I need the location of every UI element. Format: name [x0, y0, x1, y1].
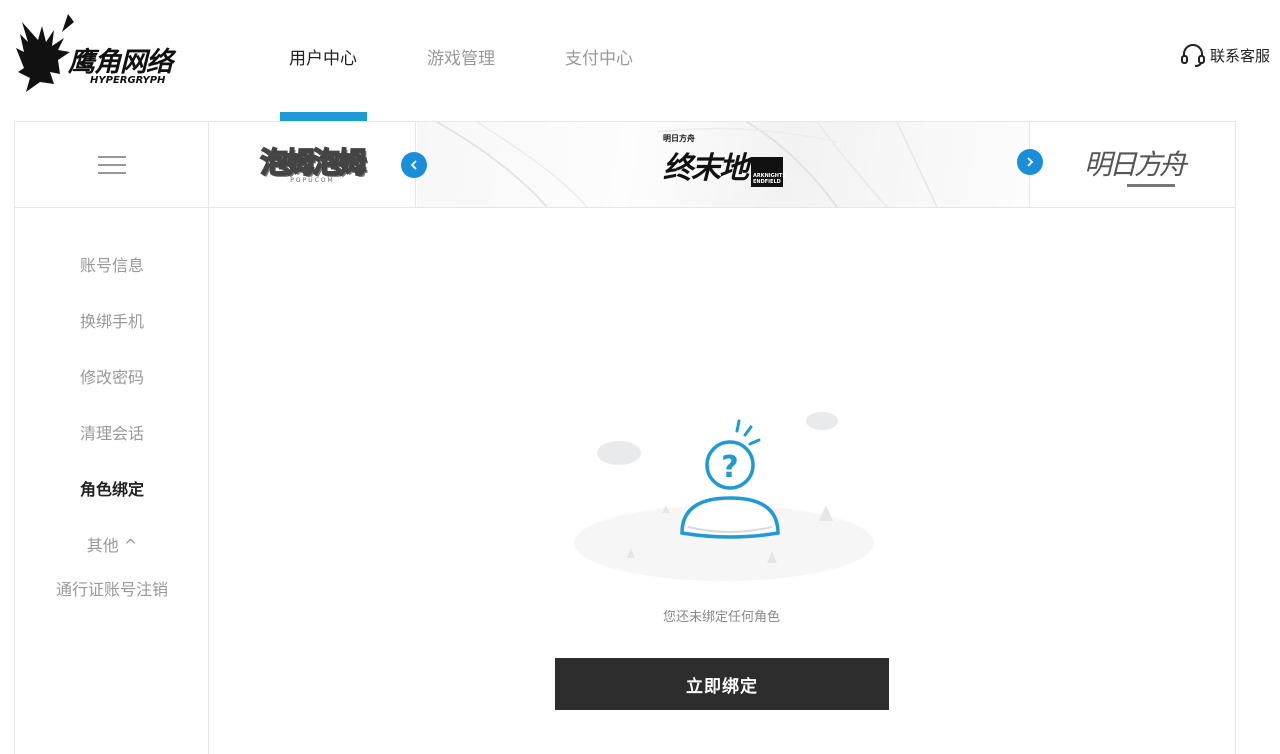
popucom-subtitle: POPUCOM — [290, 177, 335, 184]
arknights-underline — [1127, 184, 1175, 187]
endfield-badge-line2: ENDFIELD — [753, 178, 781, 185]
sidebar-item-role-binding[interactable]: 角色绑定 — [15, 476, 209, 500]
brand-subtitle: HYPERGRYPH — [90, 75, 166, 86]
headset-icon — [1180, 44, 1205, 67]
sidebar-item-other[interactable]: 其他 ^ — [15, 532, 209, 556]
nav-user-center[interactable]: 用户中心 — [254, 0, 392, 121]
sidebar-item-change-phone[interactable]: 换绑手机 — [15, 308, 209, 332]
support-label: 联系客服 — [1209, 46, 1270, 65]
arknights-logo: 明日方舟 — [1083, 147, 1187, 181]
nav-game-management[interactable]: 游戏管理 — [392, 0, 530, 121]
empty-state-message: 您还未绑定任何角色 — [662, 610, 780, 625]
menu-cell — [15, 122, 209, 207]
carousel-prev-button[interactable] — [401, 152, 427, 178]
bind-now-button[interactable]: 立即绑定 — [555, 658, 889, 710]
chevron-right-icon — [1027, 157, 1034, 167]
unknown-user-icon: ? — [574, 412, 874, 581]
sidebar-item-account-deletion[interactable]: 通行证账号注销 — [15, 576, 209, 600]
main-nav: 用户中心 游戏管理 支付中心 — [254, 0, 668, 121]
sidebar-item-account-info[interactable]: 账号信息 — [15, 252, 209, 276]
popucom-logo: 泡姆泡姆 — [259, 145, 367, 180]
sidebar-item-change-password[interactable]: 修改密码 — [15, 364, 209, 388]
endfield-top-label: 明日方舟 — [663, 133, 695, 143]
sidebar-item-clear-sessions[interactable]: 清理会话 — [15, 420, 209, 444]
account-sidebar: 账号信息 换绑手机 修改密码 清理会话 角色绑定 其他 ^ 通行证账号注销 — [14, 208, 209, 754]
svg-text:?: ? — [721, 450, 738, 485]
chevron-left-icon — [410, 160, 417, 170]
game-popucom[interactable]: 泡姆泡姆 POPUCOM — [210, 122, 416, 207]
hypergryph-logo[interactable]: 鹰角网络 HYPERGRYPH — [14, 12, 184, 98]
game-arknights[interactable]: 明日方舟 — [1031, 122, 1235, 207]
role-binding-panel: ? 您还未绑定任何角色 立即绑定 — [209, 208, 1236, 754]
endfield-badge: ARKNIGHTS ENDFIELD — [751, 156, 786, 187]
brand-name: 鹰角网络 — [68, 47, 173, 78]
nav-payment-center[interactable]: 支付中心 — [530, 0, 668, 121]
top-header: 鹰角网络 HYPERGRYPH 用户中心 游戏管理 支付中心 联系客服 — [0, 0, 1280, 121]
carousel-next-button[interactable] — [1017, 149, 1043, 175]
contact-support-link[interactable]: 联系客服 — [1180, 43, 1270, 67]
game-selector-strip: 泡姆泡姆 POPUCOM 明日方舟 终末地 ARKNIGHTS ENDFIELD… — [14, 121, 1236, 208]
endfield-title: 终末地 — [663, 150, 749, 186]
hamburger-menu-icon[interactable] — [97, 155, 126, 174]
game-endfield[interactable]: 明日方舟 终末地 ARKNIGHTS ENDFIELD — [417, 122, 1030, 207]
endfield-logo: 明日方舟 终末地 ARKNIGHTS ENDFIELD — [663, 134, 786, 187]
